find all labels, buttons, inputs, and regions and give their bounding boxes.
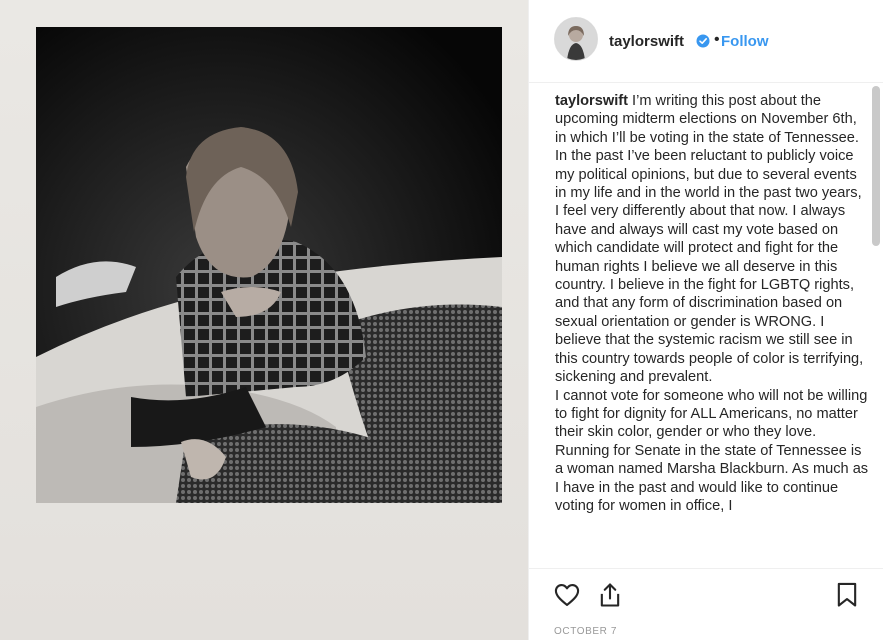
separator-dot: •: [714, 31, 720, 48]
avatar[interactable]: [554, 17, 598, 61]
share-icon[interactable]: [596, 581, 624, 609]
caption-scrollbar[interactable]: [872, 86, 880, 570]
scroll-thumb[interactable]: [872, 86, 880, 246]
bookmark-icon[interactable]: [833, 581, 861, 609]
polaroid-image: [36, 27, 502, 503]
follow-button[interactable]: Follow: [721, 33, 769, 50]
post-photo[interactable]: [0, 0, 528, 640]
post-sidebar: taylorswift • Follow taylorswift I’m wri…: [528, 0, 883, 640]
caption-area: taylorswift I’m writing this post about …: [555, 92, 869, 570]
verified-badge-icon: [696, 34, 710, 48]
heart-icon[interactable]: [553, 581, 581, 609]
post-date: OCTOBER 7: [554, 626, 618, 637]
post-header: taylorswift • Follow: [529, 0, 883, 83]
action-bar: [529, 568, 883, 621]
caption-text: I’m writing this post about the upcoming…: [555, 93, 869, 514]
caption-username-link[interactable]: taylorswift: [555, 93, 628, 109]
username-link[interactable]: taylorswift: [609, 33, 684, 50]
caption: taylorswift I’m writing this post about …: [555, 92, 869, 515]
